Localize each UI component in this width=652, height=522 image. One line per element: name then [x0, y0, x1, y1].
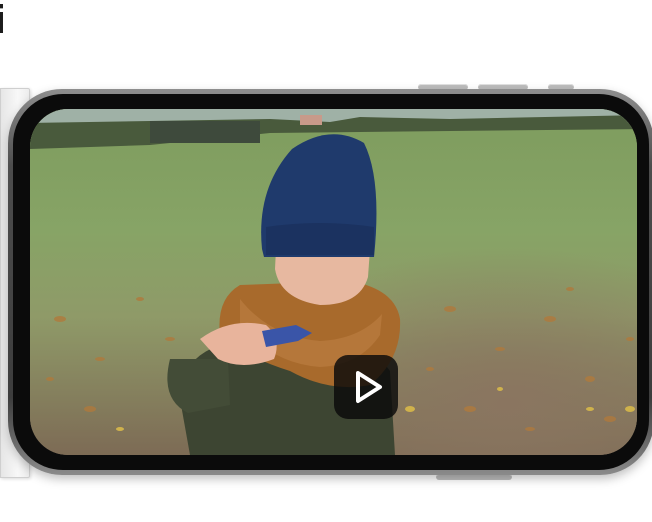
phone-mockup [8, 89, 652, 475]
video-player[interactable] [30, 109, 637, 455]
page-heading-fragment: i [0, 0, 7, 42]
play-icon [356, 371, 382, 403]
play-button[interactable] [334, 355, 398, 419]
phone-bezel [13, 94, 649, 470]
